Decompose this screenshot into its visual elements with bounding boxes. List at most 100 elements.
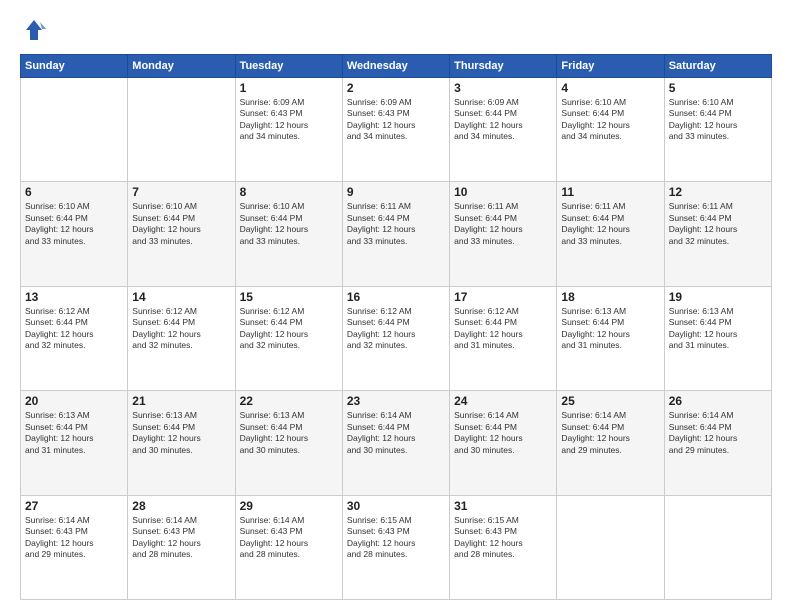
day-number: 21 [132,394,230,408]
day-number: 15 [240,290,338,304]
day-info: Sunrise: 6:12 AM Sunset: 6:44 PM Dayligh… [132,306,230,352]
day-number: 17 [454,290,552,304]
day-number: 28 [132,499,230,513]
calendar-cell: 7 Sunrise: 6:10 AM Sunset: 6:44 PM Daylig… [128,182,235,286]
day-header-wednesday: Wednesday [342,55,449,78]
calendar-cell: 5 Sunrise: 6:10 AM Sunset: 6:44 PM Daylig… [664,78,771,182]
day-info: Sunrise: 6:14 AM Sunset: 6:44 PM Dayligh… [347,410,445,456]
day-number: 18 [561,290,659,304]
day-number: 29 [240,499,338,513]
day-info: Sunrise: 6:12 AM Sunset: 6:44 PM Dayligh… [240,306,338,352]
day-info: Sunrise: 6:13 AM Sunset: 6:44 PM Dayligh… [132,410,230,456]
day-info: Sunrise: 6:14 AM Sunset: 6:44 PM Dayligh… [561,410,659,456]
calendar-cell: 19 Sunrise: 6:13 AM Sunset: 6:44 PM Dayli… [664,286,771,390]
calendar-cell: 27Sunrise: 6:14 AM Sunset: 6:43 PM Dayli… [21,495,128,599]
day-number: 8 [240,185,338,199]
day-info: Sunrise: 6:14 AM Sunset: 6:43 PM Dayligh… [240,515,338,561]
calendar-cell: 14Sunrise: 6:12 AM Sunset: 6:44 PM Dayli… [128,286,235,390]
day-number: 2 [347,81,445,95]
calendar-cell: 22 Sunrise: 6:13 AM Sunset: 6:44 PM Dayli… [235,391,342,495]
day-number: 31 [454,499,552,513]
day-number: 6 [25,185,123,199]
day-number: 20 [25,394,123,408]
day-header-tuesday: Tuesday [235,55,342,78]
page: SundayMondayTuesdayWednesdayThursdayFrid… [0,0,792,612]
day-info: Sunrise: 6:14 AM Sunset: 6:43 PM Dayligh… [25,515,123,561]
day-info: Sunrise: 6:10 AM Sunset: 6:44 PM Dayligh… [669,97,767,143]
day-info: Sunrise: 6:11 AM Sunset: 6:44 PM Dayligh… [561,201,659,247]
logo-icon [20,16,48,44]
week-row-3: 13 Sunrise: 6:12 AM Sunset: 6:44 PM Dayli… [21,286,772,390]
day-number: 26 [669,394,767,408]
day-header-monday: Monday [128,55,235,78]
calendar-table: SundayMondayTuesdayWednesdayThursdayFrid… [20,54,772,600]
day-info: Sunrise: 6:14 AM Sunset: 6:44 PM Dayligh… [669,410,767,456]
day-info: Sunrise: 6:10 AM Sunset: 6:44 PM Dayligh… [132,201,230,247]
day-number: 22 [240,394,338,408]
calendar-cell: 6 Sunrise: 6:10 AM Sunset: 6:44 PM Daylig… [21,182,128,286]
calendar-header: SundayMondayTuesdayWednesdayThursdayFrid… [21,55,772,78]
day-info: Sunrise: 6:09 AM Sunset: 6:43 PM Dayligh… [240,97,338,143]
day-info: Sunrise: 6:15 AM Sunset: 6:43 PM Dayligh… [347,515,445,561]
day-info: Sunrise: 6:13 AM Sunset: 6:44 PM Dayligh… [25,410,123,456]
day-info: Sunrise: 6:14 AM Sunset: 6:43 PM Dayligh… [132,515,230,561]
day-info: Sunrise: 6:12 AM Sunset: 6:44 PM Dayligh… [347,306,445,352]
calendar-cell: 18 Sunrise: 6:13 AM Sunset: 6:44 PM Dayli… [557,286,664,390]
calendar-cell: 20 Sunrise: 6:13 AM Sunset: 6:44 PM Dayli… [21,391,128,495]
calendar-cell: 15 Sunrise: 6:12 AM Sunset: 6:44 PM Dayli… [235,286,342,390]
week-row-1: 1Sunrise: 6:09 AM Sunset: 6:43 PM Daylig… [21,78,772,182]
calendar-body: 1Sunrise: 6:09 AM Sunset: 6:43 PM Daylig… [21,78,772,600]
day-header-friday: Friday [557,55,664,78]
calendar-cell: 10 Sunrise: 6:11 AM Sunset: 6:44 PM Dayli… [450,182,557,286]
calendar-cell: 1Sunrise: 6:09 AM Sunset: 6:43 PM Daylig… [235,78,342,182]
calendar-cell: 30Sunrise: 6:15 AM Sunset: 6:43 PM Dayli… [342,495,449,599]
calendar-cell: 8 Sunrise: 6:10 AM Sunset: 6:44 PM Daylig… [235,182,342,286]
calendar-cell: 3 Sunrise: 6:09 AM Sunset: 6:44 PM Daylig… [450,78,557,182]
header [20,16,772,44]
day-number: 5 [669,81,767,95]
calendar-cell: 26 Sunrise: 6:14 AM Sunset: 6:44 PM Dayli… [664,391,771,495]
day-info: Sunrise: 6:09 AM Sunset: 6:43 PM Dayligh… [347,97,445,143]
day-header-saturday: Saturday [664,55,771,78]
week-row-4: 20 Sunrise: 6:13 AM Sunset: 6:44 PM Dayli… [21,391,772,495]
calendar-cell: 23Sunrise: 6:14 AM Sunset: 6:44 PM Dayli… [342,391,449,495]
day-info: Sunrise: 6:11 AM Sunset: 6:44 PM Dayligh… [347,201,445,247]
calendar-cell: 16 Sunrise: 6:12 AM Sunset: 6:44 PM Dayli… [342,286,449,390]
day-info: Sunrise: 6:12 AM Sunset: 6:44 PM Dayligh… [454,306,552,352]
day-number: 13 [25,290,123,304]
calendar-cell [557,495,664,599]
day-number: 25 [561,394,659,408]
day-number: 10 [454,185,552,199]
day-info: Sunrise: 6:10 AM Sunset: 6:44 PM Dayligh… [240,201,338,247]
day-info: Sunrise: 6:15 AM Sunset: 6:43 PM Dayligh… [454,515,552,561]
day-info: Sunrise: 6:13 AM Sunset: 6:44 PM Dayligh… [561,306,659,352]
logo [20,16,52,44]
calendar-cell: 25 Sunrise: 6:14 AM Sunset: 6:44 PM Dayli… [557,391,664,495]
calendar-cell [128,78,235,182]
days-of-week-row: SundayMondayTuesdayWednesdayThursdayFrid… [21,55,772,78]
day-number: 11 [561,185,659,199]
calendar-cell: 24 Sunrise: 6:14 AM Sunset: 6:44 PM Dayli… [450,391,557,495]
week-row-2: 6 Sunrise: 6:10 AM Sunset: 6:44 PM Daylig… [21,182,772,286]
day-number: 7 [132,185,230,199]
day-header-sunday: Sunday [21,55,128,78]
day-info: Sunrise: 6:09 AM Sunset: 6:44 PM Dayligh… [454,97,552,143]
day-info: Sunrise: 6:10 AM Sunset: 6:44 PM Dayligh… [561,97,659,143]
day-number: 3 [454,81,552,95]
day-info: Sunrise: 6:13 AM Sunset: 6:44 PM Dayligh… [240,410,338,456]
day-info: Sunrise: 6:11 AM Sunset: 6:44 PM Dayligh… [454,201,552,247]
calendar-cell: 31 Sunrise: 6:15 AM Sunset: 6:43 PM Dayli… [450,495,557,599]
day-info: Sunrise: 6:14 AM Sunset: 6:44 PM Dayligh… [454,410,552,456]
calendar-cell: 28 Sunrise: 6:14 AM Sunset: 6:43 PM Dayli… [128,495,235,599]
calendar-cell: 29 Sunrise: 6:14 AM Sunset: 6:43 PM Dayli… [235,495,342,599]
day-number: 19 [669,290,767,304]
week-row-5: 27Sunrise: 6:14 AM Sunset: 6:43 PM Dayli… [21,495,772,599]
day-number: 24 [454,394,552,408]
calendar-cell: 2 Sunrise: 6:09 AM Sunset: 6:43 PM Daylig… [342,78,449,182]
calendar-cell: 12Sunrise: 6:11 AM Sunset: 6:44 PM Dayli… [664,182,771,286]
day-info: Sunrise: 6:13 AM Sunset: 6:44 PM Dayligh… [669,306,767,352]
day-number: 4 [561,81,659,95]
calendar-cell: 4 Sunrise: 6:10 AM Sunset: 6:44 PM Daylig… [557,78,664,182]
day-info: Sunrise: 6:10 AM Sunset: 6:44 PM Dayligh… [25,201,123,247]
day-number: 16 [347,290,445,304]
